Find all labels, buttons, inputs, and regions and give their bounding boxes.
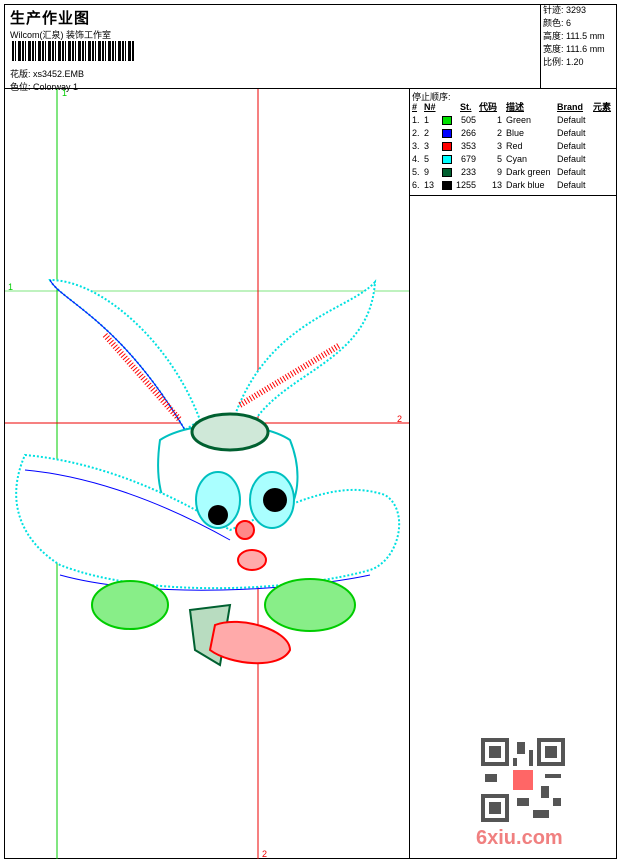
col-n: N# — [424, 102, 436, 112]
design-stats: 针迹: 3293 颜色: 6 高度: 111.5 mm 宽度: 111.6 mm… — [540, 4, 617, 89]
stop-sequence-table: 停止顺序: # N# St. 代码 描述 Brand 元素 1. 1 505 1… — [410, 89, 617, 196]
mouth — [237, 549, 267, 571]
design-width: 宽度: 111.6 mm — [543, 44, 605, 54]
page-title: 生产作业图 — [10, 10, 91, 27]
forehead — [190, 412, 270, 452]
row-brand: Default — [557, 115, 586, 125]
row-code: 9 — [496, 167, 502, 177]
row-brand: Default — [557, 154, 586, 164]
row-brand: Default — [557, 128, 586, 138]
row-code: 1 — [496, 115, 502, 125]
red-guide-label-bottom: 2 — [262, 849, 267, 859]
row-idx: 6. — [412, 180, 420, 190]
col-st: St. — [460, 102, 472, 112]
col-code: 代码 — [479, 102, 498, 112]
right-leaf — [264, 578, 356, 632]
row-code: 3 — [496, 141, 502, 151]
red-guide-label-right: 2 — [397, 414, 402, 424]
left-leaf — [91, 580, 169, 630]
table-row: 4. 5 679 5 Cyan Default — [410, 153, 617, 166]
table-row: 1. 1 505 1 Green Default — [410, 114, 617, 127]
color-swatch — [442, 155, 452, 164]
row-stitches: 679 — [460, 154, 476, 164]
nose — [235, 520, 255, 540]
file-label: 花版: — [10, 69, 31, 79]
col-desc: 描述 — [506, 102, 525, 112]
row-idx: 1. — [412, 115, 420, 125]
carrot — [208, 620, 292, 665]
table-row: 2. 2 266 2 Blue Default — [410, 127, 617, 140]
company-name: Wilcom(汇泉) 装饰工作室 — [10, 30, 111, 40]
row-code: 2 — [496, 128, 502, 138]
row-desc: Dark green — [506, 167, 551, 177]
qr-code — [481, 738, 565, 822]
row-desc: Dark blue — [506, 180, 545, 190]
barcode — [12, 41, 134, 61]
stitch-count: 针迹: 3293 — [543, 5, 587, 15]
left-ear — [48, 278, 202, 432]
design-height: 高度: 111.5 mm — [543, 31, 605, 41]
design-file: 花版: xs3452.EMB — [10, 67, 84, 80]
color-swatch — [442, 168, 452, 177]
row-brand: Default — [557, 141, 586, 151]
divider — [409, 89, 410, 859]
col-brand: Brand — [557, 102, 584, 112]
row-stitches: 1255 — [455, 180, 476, 190]
table-row: 3. 3 353 3 Red Default — [410, 140, 617, 153]
color-swatch — [442, 129, 452, 138]
color-swatch — [442, 142, 452, 151]
row-n: 13 — [424, 180, 435, 190]
row-stitches: 233 — [460, 167, 476, 177]
row-code: 5 — [496, 154, 502, 164]
row-n: 5 — [424, 154, 430, 164]
table-row: 5. 9 233 9 Dark green Default — [410, 166, 617, 179]
row-desc: Red — [506, 141, 523, 151]
color-swatch — [442, 116, 452, 125]
seal-icon — [513, 770, 533, 790]
row-desc: Green — [506, 115, 532, 125]
row-desc: Blue — [506, 128, 525, 138]
green-guide-label-top: 1 — [62, 89, 67, 98]
row-n: 1 — [424, 115, 430, 125]
row-idx: 5. — [412, 167, 420, 177]
row-stitches: 505 — [460, 115, 476, 125]
row-idx: 4. — [412, 154, 420, 164]
row-brand: Default — [557, 167, 586, 177]
right-pupil — [263, 488, 287, 512]
green-guide-label-left: 1 — [8, 282, 13, 292]
color-swatch — [442, 181, 452, 190]
row-brand: Default — [557, 180, 586, 190]
color-count: 颜色: 6 — [543, 18, 572, 28]
rabbit-design — [15, 278, 401, 667]
row-desc: Cyan — [506, 154, 528, 164]
table-row: 6. 13 1255 13 Dark blue Default — [410, 179, 617, 192]
file-name: xs3452.EMB — [33, 69, 85, 79]
row-n: 2 — [424, 128, 430, 138]
row-stitches: 353 — [460, 141, 476, 151]
row-n: 3 — [424, 141, 430, 151]
row-code: 13 — [491, 180, 502, 190]
header: 生产作业图 Wilcom(汇泉) 装饰工作室 花版: xs3452.EMB 色位… — [4, 4, 617, 92]
watermark-logo: 6xiu.com — [476, 827, 563, 849]
embroidery-preview: 1 1 2 2 — [5, 89, 409, 859]
row-idx: 2. — [412, 128, 420, 138]
row-stitches: 266 — [460, 128, 476, 138]
right-ear — [233, 279, 377, 422]
row-n: 9 — [424, 167, 430, 177]
left-pupil — [208, 505, 228, 525]
row-idx: 3. — [412, 141, 420, 151]
table-header: # N# St. 代码 描述 Brand 元素 — [410, 101, 617, 114]
col-idx: # — [412, 102, 418, 112]
design-scale: 比例: 1.20 — [543, 57, 584, 67]
col-element: 元素 — [593, 102, 612, 112]
